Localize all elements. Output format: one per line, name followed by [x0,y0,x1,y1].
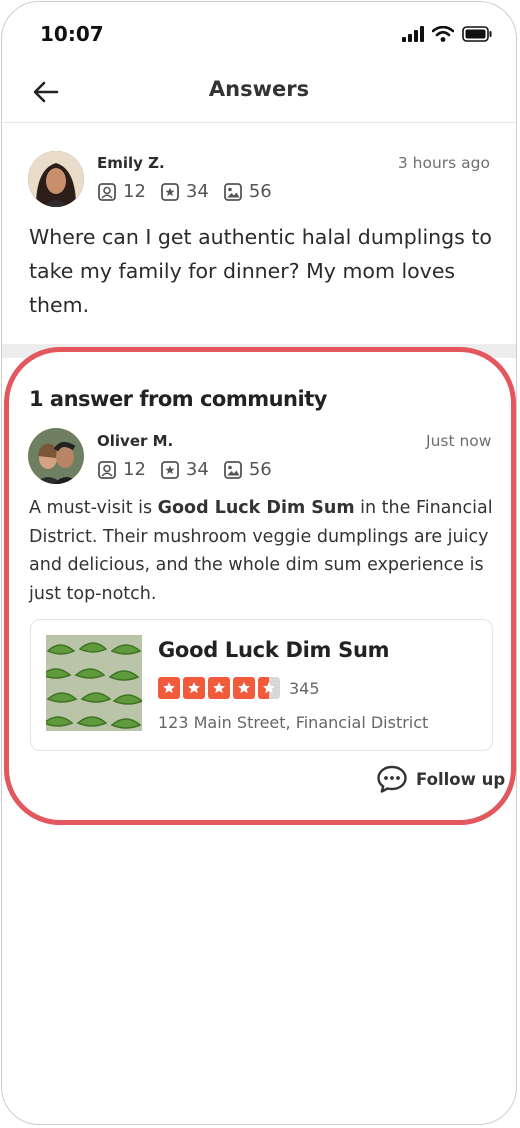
rating-star-icon [208,677,230,699]
answer-text: A must-visit is Good Luck Dim Sum in the… [29,494,499,608]
business-rating: 345 [158,677,320,699]
friends-icon [98,182,116,201]
follow-up-button[interactable]: Follow up [376,764,505,794]
user-photo-icon [28,151,84,207]
phone-frame: 10:07 Answers Emily Z. 3 hours ago 12 34… [1,1,517,1125]
question-text: Where can I get authentic halal dumpling… [29,225,492,317]
status-bar: 10:07 [2,2,516,62]
rating-star-icon [183,677,205,699]
rating-half-star-icon [258,677,280,699]
nav-bar: Answers [2,64,516,123]
business-card[interactable]: Good Luck Dim Sum 345 123 Main Street, F… [30,619,493,751]
friends-count: 12 [123,181,146,202]
photos-stat: 56 [223,459,272,480]
answer-timestamp: Just now [426,432,492,450]
page-title: Answers [208,77,310,101]
reviews-stat: 34 [160,181,209,202]
answer-author-name[interactable]: Oliver M. [97,432,173,450]
business-photo [46,635,142,731]
photo-icon [223,460,242,479]
status-time: 10:07 [40,22,104,46]
rating-star-icon [158,677,180,699]
wifi-icon [432,26,454,42]
question-author-stats: 12 34 56 [97,181,286,202]
follow-up-label: Follow up [416,769,506,789]
chat-bubble-icon [377,765,407,793]
rating-star-icon [233,677,255,699]
signal-icon [402,26,424,42]
answer-text-start: A must-visit is [29,498,158,518]
review-count: 345 [289,678,320,698]
question-card: Emily Z. 3 hours ago 12 34 56 Where can … [2,124,516,344]
friends-stat: 12 [97,459,146,480]
friends-stat: 12 [97,181,146,202]
user-photo-icon [28,428,84,484]
status-icons [402,26,492,42]
friends-icon [98,460,116,479]
question-author-name[interactable]: Emily Z. [97,154,165,172]
review-star-icon [161,460,179,479]
photos-stat: 56 [223,181,272,202]
answer-author-stats: 12 34 56 [97,459,286,480]
answer-business-mention: Good Luck Dim Sum [157,498,355,518]
dumplings-photo-icon [46,635,142,731]
review-star-icon [161,182,179,201]
question-author-avatar[interactable] [28,151,84,207]
question-timestamp: 3 hours ago [397,154,490,172]
answer-author-avatar[interactable] [28,428,84,484]
photos-count: 56 [248,181,272,202]
battery-icon [462,26,492,42]
friends-count: 12 [123,459,146,480]
business-address: 123 Main Street, Financial District [158,713,429,732]
photo-icon [223,182,242,201]
business-name[interactable]: Good Luck Dim Sum [158,638,389,662]
reviews-count: 34 [185,459,209,480]
reviews-count: 34 [185,181,209,202]
photos-count: 56 [248,459,272,480]
reviews-stat: 34 [160,459,209,480]
answers-heading: 1 answer from community [29,387,327,411]
